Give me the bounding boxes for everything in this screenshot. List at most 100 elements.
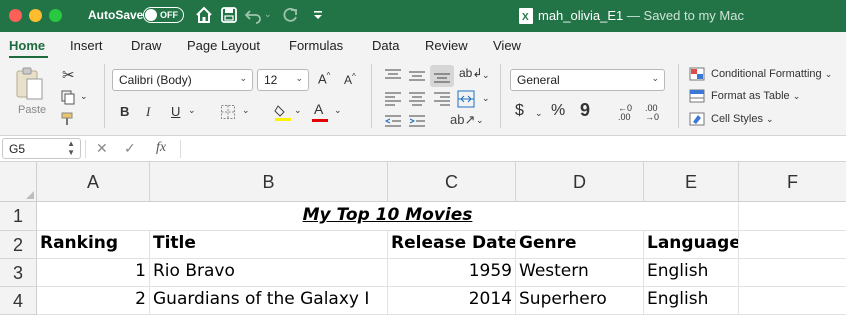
cell-genre[interactable]: Superhero xyxy=(516,287,644,315)
row-header-2[interactable]: 2 xyxy=(0,231,37,259)
tab-home[interactable]: Home xyxy=(9,38,45,53)
redo-icon[interactable] xyxy=(280,5,300,25)
borders-dropdown-icon[interactable]: ⌄ xyxy=(242,105,250,116)
wrap-text-dropdown-icon[interactable]: ⌄ xyxy=(482,70,490,81)
cell-genre[interactable]: Western xyxy=(516,259,644,287)
wrap-text-icon[interactable]: ab↲ xyxy=(459,66,482,80)
cell-styles-button[interactable]: Cell Styles ⌄ xyxy=(711,113,774,125)
conditional-formatting-label: Conditional Formatting xyxy=(711,68,822,80)
tab-insert[interactable]: Insert xyxy=(70,38,103,53)
align-bottom-button[interactable] xyxy=(430,65,454,87)
currency-button[interactable]: $ xyxy=(515,102,524,120)
home-icon[interactable] xyxy=(194,5,214,25)
comma-style-button[interactable]: 9 xyxy=(580,100,590,121)
tab-review[interactable]: Review xyxy=(425,38,468,53)
zoom-window-button[interactable] xyxy=(49,9,62,22)
cell-language[interactable]: English xyxy=(644,259,739,287)
tab-draw[interactable]: Draw xyxy=(131,38,161,53)
font-color-dropdown-icon[interactable]: ⌄ xyxy=(334,105,342,116)
column-header-a[interactable]: A xyxy=(37,162,150,202)
tab-view[interactable]: View xyxy=(493,38,521,53)
name-box-stepper-icon[interactable]: ▲ ▼ xyxy=(67,139,75,157)
underline-dropdown-icon[interactable]: ⌄ xyxy=(188,105,196,116)
cell-f4[interactable] xyxy=(739,287,846,315)
fill-color-dropdown-icon[interactable]: ⌄ xyxy=(294,105,302,116)
column-header-b[interactable]: B xyxy=(150,162,388,202)
align-center-icon[interactable] xyxy=(408,91,426,107)
column-header-c[interactable]: C xyxy=(388,162,516,202)
paste-label: Paste xyxy=(18,104,47,116)
tab-formulas[interactable]: Formulas xyxy=(289,38,343,53)
cell-f3[interactable] xyxy=(739,259,846,287)
row-header-1[interactable]: 1 xyxy=(0,202,37,231)
number-format-select[interactable]: General ⌄ xyxy=(510,69,665,91)
align-right-icon[interactable] xyxy=(433,91,451,107)
decrease-font-size-button[interactable]: A^ xyxy=(344,72,356,87)
tab-page-layout[interactable]: Page Layout xyxy=(187,38,260,53)
increase-font-size-button[interactable]: A^ xyxy=(318,71,330,86)
header-cell-release-date[interactable]: Release Date xyxy=(388,231,516,259)
format-as-table-button[interactable]: Format as Table ⌄ xyxy=(711,90,800,102)
currency-dropdown-icon[interactable]: ⌄ xyxy=(535,108,543,119)
cell-f1[interactable] xyxy=(739,202,846,231)
confirm-edit-icon[interactable]: ✓ xyxy=(124,140,136,157)
name-box[interactable]: G5 ▲ ▼ xyxy=(2,138,81,159)
column-header-f[interactable]: F xyxy=(739,162,846,202)
close-window-button[interactable] xyxy=(9,9,22,22)
font-color-button[interactable]: A xyxy=(314,101,323,117)
autosave-state: OFF xyxy=(160,10,178,20)
align-middle-icon[interactable] xyxy=(408,68,426,84)
cell-title[interactable]: Rio Bravo xyxy=(150,259,388,287)
cell-title[interactable]: Guardians of the Galaxy I xyxy=(150,287,388,315)
merge-center-icon[interactable] xyxy=(457,90,475,108)
document-name: mah_olivia_E1 xyxy=(538,8,624,23)
header-cell-genre[interactable]: Genre xyxy=(516,231,644,259)
header-cell-language[interactable]: Language xyxy=(644,231,739,259)
cut-icon[interactable]: ✂ xyxy=(62,66,75,84)
increase-indent-icon[interactable] xyxy=(408,114,426,128)
select-all-corner[interactable] xyxy=(0,162,37,202)
font-size-select[interactable]: 12 ⌄ xyxy=(257,69,309,91)
copy-icon[interactable] xyxy=(60,89,76,105)
minimize-window-button[interactable] xyxy=(29,9,42,22)
cell-release-date[interactable]: 2014 xyxy=(388,287,516,315)
font-name-select[interactable]: Calibri (Body) ⌄ xyxy=(112,69,253,91)
save-icon[interactable] xyxy=(219,5,239,25)
cell-language[interactable]: English xyxy=(644,287,739,315)
cell-release-date[interactable]: 1959 xyxy=(388,259,516,287)
conditional-formatting-button[interactable]: Conditional Formatting ⌄ xyxy=(711,68,832,80)
tab-data[interactable]: Data xyxy=(372,38,399,53)
align-top-icon[interactable] xyxy=(384,68,402,84)
cell-ranking[interactable]: 2 xyxy=(37,287,150,315)
italic-button[interactable]: I xyxy=(146,104,150,120)
fill-color-icon[interactable] xyxy=(274,102,292,122)
customize-toolbar-icon[interactable] xyxy=(308,5,328,25)
paste-icon[interactable] xyxy=(14,66,44,102)
orientation-dropdown-icon[interactable]: ⌄ xyxy=(476,115,484,126)
copy-dropdown-icon[interactable]: ⌄ xyxy=(80,91,88,102)
borders-icon[interactable] xyxy=(220,104,236,120)
align-left-icon[interactable] xyxy=(384,91,402,107)
decrease-indent-icon[interactable] xyxy=(384,114,402,128)
orientation-icon[interactable]: ab↗ xyxy=(450,112,475,128)
row-header-4[interactable]: 4 xyxy=(0,287,37,315)
row-header-3[interactable]: 3 xyxy=(0,259,37,287)
insert-function-icon[interactable]: fx xyxy=(156,140,166,156)
decrease-decimal-button[interactable]: .00 →0 xyxy=(645,104,659,122)
cell-ranking[interactable]: 1 xyxy=(37,259,150,287)
merge-dropdown-icon[interactable]: ⌄ xyxy=(482,93,490,104)
cell-f2[interactable] xyxy=(739,231,846,259)
bold-button[interactable]: B xyxy=(120,104,129,119)
column-header-d[interactable]: D xyxy=(516,162,644,202)
header-cell-ranking[interactable]: Ranking xyxy=(37,231,150,259)
header-cell-title[interactable]: Title xyxy=(150,231,388,259)
undo-icon[interactable] xyxy=(243,5,263,25)
increase-decimal-button[interactable]: ←0.00 xyxy=(618,104,632,122)
underline-button[interactable]: U xyxy=(171,104,180,119)
column-header-e[interactable]: E xyxy=(644,162,739,202)
cancel-edit-icon[interactable]: ✕ xyxy=(96,140,108,157)
format-painter-icon[interactable] xyxy=(60,111,76,127)
sheet-title-cell[interactable]: My Top 10 Movies xyxy=(37,202,739,231)
autosave-toggle[interactable]: OFF xyxy=(143,7,184,23)
percent-button[interactable]: % xyxy=(551,102,565,120)
